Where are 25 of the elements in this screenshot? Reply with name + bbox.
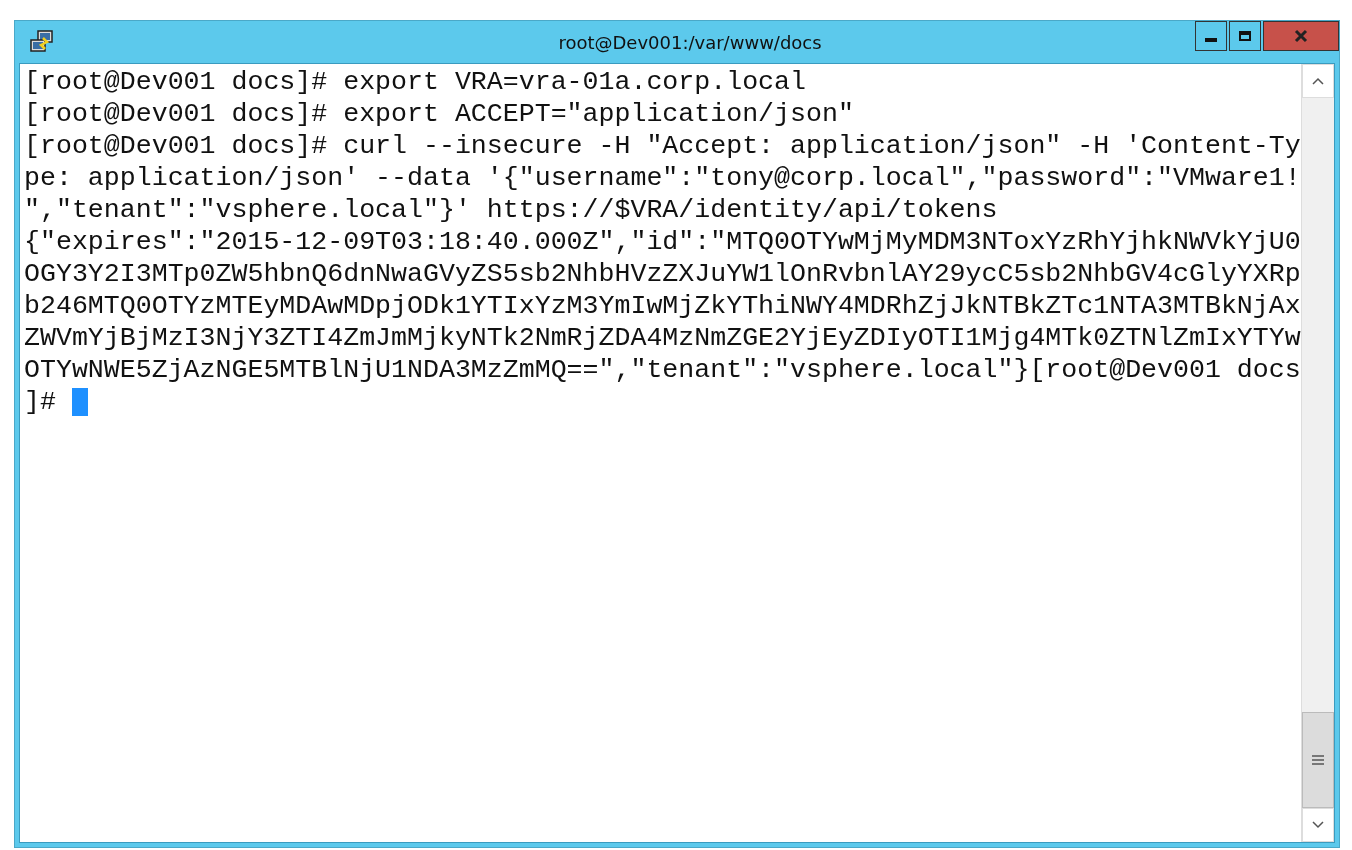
minimize-button[interactable] bbox=[1195, 21, 1227, 51]
terminal-line: OTYwNWE5ZjAzNGE5MTBlNjU1NDA3MzZmMQ==","tenant":"vsphere.local"}[root@Dev001 docs bbox=[24, 354, 1301, 386]
terminal-line: ","tenant":"vsphere.local"}' https://$VRA/identity/api/tokens bbox=[24, 194, 999, 226]
terminal-line: b246MTQ0OTYzMTEyMDAwMDpjODk1YTIxYzM3YmIwMjZkYThiNWY4MDRhZjJkNTBkZTc1NTA3MTBkNjAx bbox=[24, 290, 1301, 322]
text-cursor bbox=[71, 388, 88, 416]
scrollbar[interactable] bbox=[1301, 64, 1334, 842]
terminal-line: pe: application/json' --data '{"username":"tony@corp.local","password":"VMware1! bbox=[24, 162, 1301, 194]
computers-icon bbox=[29, 29, 55, 55]
up-chevron-icon bbox=[1311, 76, 1325, 86]
scroll-up-button[interactable] bbox=[1302, 64, 1334, 98]
terminal-line: {"expires":"2015-12-09T03:18:40.000Z","id":"MTQ0OTYwMjMyMDM3NToxYzRhYjhkNWVkYjU0 bbox=[24, 226, 1301, 258]
window-title: root@Dev001:/var/www/docs bbox=[557, 31, 823, 53]
close-button[interactable] bbox=[1263, 21, 1339, 51]
close-icon bbox=[1293, 29, 1309, 43]
scrollbar-thumb[interactable] bbox=[1302, 712, 1334, 808]
down-chevron-icon bbox=[1311, 820, 1325, 830]
scroll-down-button[interactable] bbox=[1302, 808, 1334, 842]
maximize-button[interactable] bbox=[1229, 21, 1261, 51]
terminal-line: ZWVmYjBjMzI3NjY3ZTI4ZmJmMjkyNTk2NmRjZDA4MzNmZGE2YjEyZDIyOTI1Mjg4MTk0ZTNlZmIxYTYw bbox=[24, 322, 1301, 354]
grip-icon bbox=[1311, 754, 1325, 766]
terminal-line: OGY3Y2I3MTp0ZW5hbnQ6dnNwaGVyZS5sb2NhbHVzZXJuYW1lOnRvbnlAY29ycC5sb2NhbGV4cGlyYXRp bbox=[24, 258, 1301, 290]
terminal-line: [root@Dev001 docs]# curl --insecure -H "Accept: application/json" -H 'Content-Ty bbox=[24, 130, 1301, 162]
terminal-line: [root@Dev001 docs]# export ACCEPT="application/json" bbox=[24, 98, 855, 130]
terminal-line: ]# bbox=[24, 386, 56, 418]
terminal-line: [root@Dev001 docs]# export VRA=vra-01a.corp.local bbox=[24, 66, 807, 98]
